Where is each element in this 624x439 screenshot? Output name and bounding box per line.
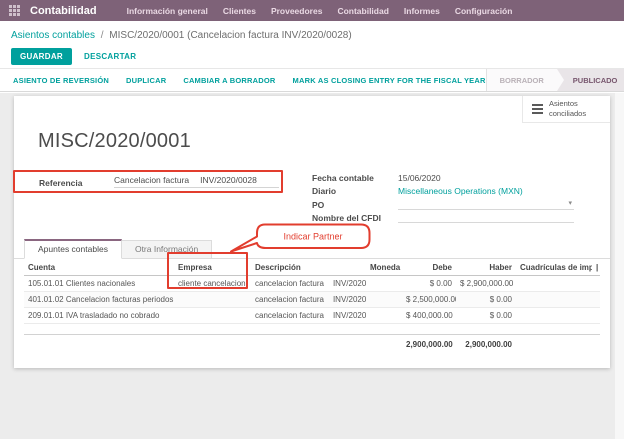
cell-moneda [366, 292, 402, 308]
col-header-impuestos[interactable]: Cuadrículas de impuestos [516, 259, 592, 276]
closing-entry-button[interactable]: MARK AS CLOSING ENTRY FOR THE FISCAL YEA… [293, 76, 486, 85]
reverse-entry-button[interactable]: ASIENTO DE REVERSIÓN [13, 76, 109, 85]
form-sheet: Asientos conciliados MISC/2020/0001 Refe… [14, 96, 610, 368]
duplicate-button[interactable]: DUPLICAR [126, 76, 166, 85]
nombre-cfdi-input[interactable] [398, 212, 574, 223]
cell-empresa [174, 292, 251, 308]
status-borrador[interactable]: BORRADOR [487, 69, 557, 91]
cell-descripcion: cancelacion facturaINV/2020/0028 [251, 292, 366, 308]
diario-link[interactable]: Miscellaneous Operations (MXN) [398, 186, 574, 196]
totals-row: 2,900,000.00 2,900,000.00 [24, 335, 600, 353]
nav-item-informacion-general[interactable]: Información general [127, 6, 208, 16]
col-header-haber[interactable]: Haber [456, 259, 516, 276]
cell-moneda [366, 276, 402, 292]
cell-debe: $ 400,000.00 [402, 308, 456, 324]
col-header-debe[interactable]: Debe [402, 259, 456, 276]
field-nombre-cfdi: Nombre del CFDI [312, 210, 574, 224]
breadcrumb-parent-link[interactable]: Asientos contables [11, 30, 95, 41]
tab-strip: Apuntes contables Otra Información [14, 240, 610, 259]
cell-haber: $ 0.00 [456, 308, 516, 324]
cell-cuenta: 401.01.02 Cancelacion facturas periodos … [24, 292, 174, 308]
cell-impuestos [516, 292, 592, 308]
nav-item-clientes[interactable]: Clientes [223, 6, 256, 16]
tab-otra-informacion[interactable]: Otra Información [122, 240, 212, 259]
app-window: Contabilidad Información general Cliente… [0, 0, 624, 439]
scrollbar-track[interactable] [615, 93, 624, 439]
cell-impuestos [516, 276, 592, 292]
table-row[interactable]: 209.01.01 IVA trasladado no cobrado canc… [24, 308, 600, 324]
field-referencia: Referencia Cancelacion factura INV/2020/… [39, 175, 279, 188]
col-header-cuenta[interactable]: Cuenta [24, 259, 174, 276]
breadcrumb-separator: / [98, 30, 107, 41]
cell-haber: $ 2,900,000.00 [456, 276, 516, 292]
cell-cuenta: 209.01.01 IVA trasladado no cobrado [24, 308, 174, 324]
cell-empresa: cliente cancelacion [174, 276, 251, 292]
discard-button[interactable]: DESCARTAR [84, 52, 136, 61]
nav-item-informes[interactable]: Informes [404, 6, 440, 16]
top-navbar: Contabilidad Información general Cliente… [0, 0, 624, 21]
cell-descripcion: cancelacion facturaINV/2020/0028 [251, 308, 366, 324]
right-field-column: Fecha contable 15/06/2020 Diario Miscell… [312, 169, 574, 223]
table-header-row: Cuenta Empresa Descripción Moneda Debe H… [24, 259, 600, 276]
action-bar: ASIENTO DE REVERSIÓN DUPLICAR CAMBIAR A … [0, 68, 624, 92]
field-po: PO ▾ [312, 196, 574, 210]
content-area: Asientos conciliados MISC/2020/0001 Refe… [0, 93, 624, 439]
cell-debe: $ 2,500,000.00 [402, 292, 456, 308]
status-publicado[interactable]: PUBLICADO [564, 69, 624, 91]
fecha-contable-value: 15/06/2020 [398, 173, 574, 183]
diario-label: Diario [312, 186, 398, 196]
table-row[interactable]: 401.01.02 Cancelacion facturas periodos … [24, 292, 600, 308]
reconciled-entries-label: Asientos conciliados [549, 99, 586, 119]
action-buttons: ASIENTO DE REVERSIÓN DUPLICAR CAMBIAR A … [0, 69, 486, 91]
cell-moneda [366, 308, 402, 324]
total-haber: 2,900,000.00 [456, 335, 516, 353]
reset-to-draft-button[interactable]: CAMBIAR A BORRADOR [183, 76, 275, 85]
edit-buttons-row: GUARDAR DESCARTAR [0, 41, 624, 65]
nav-item-configuracion[interactable]: Configuración [455, 6, 513, 16]
referencia-label: Referencia [39, 178, 114, 188]
cell-impuestos [516, 308, 592, 324]
nav-item-proveedores[interactable]: Proveedores [271, 6, 323, 16]
cell-descripcion: cancelacion facturaINV/2020/0028 [251, 276, 366, 292]
save-button[interactable]: GUARDAR [11, 48, 72, 65]
col-header-moneda[interactable]: Moneda [366, 259, 402, 276]
app-name[interactable]: Contabilidad [30, 5, 97, 17]
cell-debe: $ 0.00 [402, 276, 456, 292]
tab-apuntes-contables[interactable]: Apuntes contables [24, 239, 122, 259]
record-title: MISC/2020/0001 [38, 130, 191, 153]
field-diario: Diario Miscellaneous Operations (MXN) [312, 183, 574, 197]
control-panel: Asientos contables / MISC/2020/0001 (Can… [0, 21, 624, 68]
empty-row [24, 324, 600, 335]
referencia-input[interactable]: Cancelacion factura INV/2020/0028 [114, 175, 279, 188]
optional-columns-toggle-icon[interactable]: | [592, 259, 600, 276]
col-header-descripcion[interactable]: Descripción [251, 259, 366, 276]
nombre-cfdi-label: Nombre del CFDI [312, 213, 398, 223]
po-dropdown[interactable]: ▾ [398, 199, 574, 210]
fecha-contable-label: Fecha contable [312, 173, 398, 183]
cell-empresa [174, 308, 251, 324]
lines-icon [532, 104, 543, 114]
reconciled-entries-button[interactable]: Asientos conciliados [522, 96, 610, 123]
caret-down-icon[interactable]: ▾ [568, 200, 574, 207]
cell-haber: $ 0.00 [456, 292, 516, 308]
table-row[interactable]: 105.01.01 Clientes nacionales cliente ca… [24, 276, 600, 292]
notebook: Apuntes contables Otra Información Cuent… [14, 240, 610, 352]
breadcrumb-current: MISC/2020/0001 (Cancelacion factura INV/… [109, 30, 351, 41]
total-debe: 2,900,000.00 [402, 335, 456, 353]
journal-items-table: Cuenta Empresa Descripción Moneda Debe H… [24, 259, 600, 352]
col-header-empresa[interactable]: Empresa [174, 259, 251, 276]
field-fecha-contable: Fecha contable 15/06/2020 [312, 169, 574, 183]
main-menu: Información general Clientes Proveedores… [127, 6, 513, 16]
po-label: PO [312, 200, 398, 210]
cell-cuenta: 105.01.01 Clientes nacionales [24, 276, 174, 292]
status-arrow-icon [557, 69, 564, 91]
status-bar: BORRADOR PUBLICADO [486, 69, 624, 91]
apps-grid-icon[interactable] [9, 5, 20, 16]
nav-item-contabilidad[interactable]: Contabilidad [337, 6, 388, 16]
breadcrumb: Asientos contables / MISC/2020/0001 (Can… [0, 21, 624, 41]
